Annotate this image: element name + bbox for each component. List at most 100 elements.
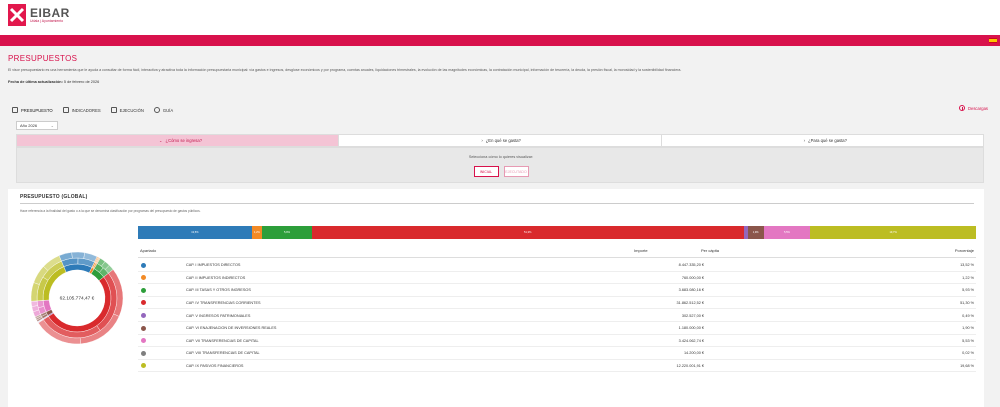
table-row[interactable]: CAP. VI ENAJENACION DE INVERSIONES REALE… <box>138 322 976 335</box>
row-importe: 12.220.001,91 € <box>676 363 704 368</box>
tab-presupuesto-label: PRESUPUESTO <box>21 107 53 113</box>
row-porcentaje: 0,49 % <box>962 313 974 318</box>
tab-indicadores-label: INDICADORES <box>71 107 101 113</box>
row-importe: 760.000,00 € <box>681 275 704 280</box>
tab-presupuesto[interactable]: PRESUPUESTO <box>12 107 53 113</box>
sunburst-total: 62.105.774,47 € <box>60 296 95 302</box>
row-porcentaje: 13,52 % <box>960 263 974 268</box>
year-select-value: Año 2026 <box>20 123 38 128</box>
row-importe: 3.683.080,16 € <box>678 288 704 293</box>
tab-en-que-se-gasta[interactable]: › ¿En qué se gasta? <box>339 135 662 146</box>
table-row[interactable]: CAP. II IMPUESTOS INDIRECTOS 760.000,00 €… <box>138 272 976 285</box>
table-row[interactable]: CAP. III TASAS Y OTROS INGRESOS 3.683.080… <box>138 284 976 297</box>
update-date: Fecha de última actualización: 5 de febr… <box>8 80 99 84</box>
sunburst-chart[interactable]: 62.105.774,47 € <box>16 218 136 388</box>
row-apartado: CAP. VII TRANSFERENCIAS DE CAPITAL <box>186 338 259 343</box>
tab-label: ¿Para qué se gasta? <box>808 138 847 143</box>
tab-como-se-ingresa[interactable]: ⌄ ¿Cómo se ingresa? <box>17 135 340 146</box>
inicial-button[interactable]: INICIAL <box>473 166 499 177</box>
page-title: PRESUPUESTOS <box>8 54 78 63</box>
brand-bar <box>0 35 1000 46</box>
ejecutado-button[interactable]: EJECUTADO <box>503 166 529 177</box>
table-header: Apartado Importe Per cápita Porcentaje <box>138 248 976 256</box>
section-divider <box>20 203 974 204</box>
guide-icon <box>153 107 160 113</box>
tab-label: ¿Cómo se ingresa? <box>165 138 203 143</box>
question-tabs: ⌄ ¿Cómo se ingresa? › ¿En qué se gasta? › ¿… <box>16 134 984 147</box>
legend-dot <box>141 350 146 356</box>
spanish-flag-icon[interactable] <box>989 38 997 43</box>
stacked-bar-chart: 13,5% 1,2% 5,9% 51,3% 1,9% 5,5% 19,7% <box>138 226 976 239</box>
bar-segment[interactable]: 5,5% <box>763 226 811 239</box>
tab-guia[interactable]: GUÍA <box>153 107 174 113</box>
tab-guia-label: GUÍA <box>162 107 174 113</box>
legend-dot <box>141 275 146 281</box>
bar-segment[interactable]: 13,5% <box>138 226 252 239</box>
chevron-right-icon: › <box>803 138 806 143</box>
budget-section: PRESUPUESTO (GLOBAL) Hace referencia a l… <box>8 189 984 407</box>
row-apartado: CAP. IV TRANSFERENCIAS CORRIENTES <box>186 300 261 305</box>
row-importe: 3.424.062,74 € <box>678 338 704 343</box>
logo-name: EIBAR <box>30 6 70 20</box>
row-apartado: CAP. I IMPUESTOS DIRECTOS <box>186 263 241 268</box>
row-importe: 302.527,00 € <box>681 313 704 318</box>
bar-segment[interactable]: 1,2% <box>251 226 263 239</box>
table-row[interactable]: CAP. I IMPUESTOS DIRECTOS 8.447.335,20 € 1… <box>138 259 976 272</box>
table-row[interactable]: CAP. VII TRANSFERENCIAS DE CAPITAL 3.424.… <box>138 335 976 348</box>
section-title: PRESUPUESTO (GLOBAL) <box>20 194 88 200</box>
row-importe: 1.180.000,00 € <box>678 326 704 331</box>
year-select[interactable]: Año 2026 ⌄ <box>16 121 58 130</box>
row-importe: 31.862.512,52 € <box>676 300 704 305</box>
table-row[interactable]: CAP. IV TRANSFERENCIAS CORRIENTES 31.862.… <box>138 297 976 310</box>
bar-segment[interactable]: 5,9% <box>262 226 312 239</box>
top-header: EIBAR Udala | Ayuntamiento <box>0 0 1000 35</box>
legend-dot <box>141 262 146 268</box>
row-apartado: CAP. VIII TRANSFERENCIAS DE CAPITAL <box>186 351 260 356</box>
tab-para-que-se-gasta[interactable]: › ¿Para qué se gasta? <box>662 135 983 146</box>
visualize-prompt: Selecciona cómo lo quieres visualizar: <box>468 155 534 159</box>
tab-ejecucion[interactable]: EJECUCIÓN <box>110 107 144 113</box>
col-apartado: Apartado <box>140 248 157 253</box>
bar-segment[interactable]: 19,7% <box>810 226 976 239</box>
row-porcentaje: 51,30 % <box>960 300 974 305</box>
update-label: Fecha de última actualización: <box>8 80 63 84</box>
chevron-down-icon: ⌄ <box>159 138 163 143</box>
download-icon <box>958 105 965 111</box>
visualize-panel: Selecciona cómo lo quieres visualizar: I… <box>16 147 984 183</box>
col-per-capita: Per cápita <box>701 248 720 253</box>
row-importe: 14.200,00 € <box>683 351 704 356</box>
col-porcentaje: Porcentaje <box>954 248 974 253</box>
budget-icon <box>12 107 18 113</box>
bar-segment[interactable]: 1,9% <box>747 226 764 239</box>
row-apartado: CAP. V INGRESOS PATRIMONIALES <box>186 313 251 318</box>
bar-segment[interactable]: 51,3% <box>311 226 744 239</box>
table-row[interactable]: CAP. IX PASIVOS FINANCIEROS 12.220.001,91… <box>138 360 976 373</box>
update-value: 5 de febrero de 2026 <box>63 80 100 84</box>
legend-dot <box>141 338 146 344</box>
col-importe: Importe <box>634 248 648 253</box>
tab-indicadores[interactable]: INDICADORES <box>62 107 101 113</box>
table-row[interactable]: CAP. V INGRESOS PATRIMONIALES 302.527,00 … <box>138 309 976 322</box>
download-label: Descargas <box>967 105 988 111</box>
row-porcentaje: 5,53 % <box>962 338 974 343</box>
legend-dot <box>141 363 146 369</box>
logo-cross-icon <box>9 7 25 23</box>
tab-ejecucion-label: EJECUCIÓN <box>119 107 144 113</box>
row-apartado: CAP. IX PASIVOS FINANCIEROS <box>186 363 244 368</box>
sunburst-segment[interactable] <box>30 300 38 307</box>
table-row[interactable]: CAP. VIII TRANSFERENCIAS DE CAPITAL 14.20… <box>138 347 976 360</box>
sunburst-segment[interactable] <box>71 251 85 259</box>
section-nav: PRESUPUESTO INDICADORES EJECUCIÓN GUÍA <box>12 105 173 115</box>
section-note: Hace referencia a la finalidad del gasto… <box>20 209 201 213</box>
table-divider <box>138 257 976 258</box>
legend-dot <box>141 325 146 331</box>
row-apartado: CAP. VI ENAJENACION DE INVERSIONES REALE… <box>186 326 277 331</box>
row-porcentaje: 19,68 % <box>960 363 974 368</box>
row-apartado: CAP. II IMPUESTOS INDIRECTOS <box>186 275 246 280</box>
chevron-down-icon: ⌄ <box>50 123 54 128</box>
row-importe: 8.447.335,20 € <box>678 263 704 268</box>
download-button[interactable]: Descargas <box>958 105 988 111</box>
row-porcentaje: 1,22 % <box>962 275 974 280</box>
eibar-logo[interactable] <box>8 4 26 26</box>
budget-table: CAP. I IMPUESTOS DIRECTOS 8.447.335,20 € 1… <box>138 259 976 373</box>
